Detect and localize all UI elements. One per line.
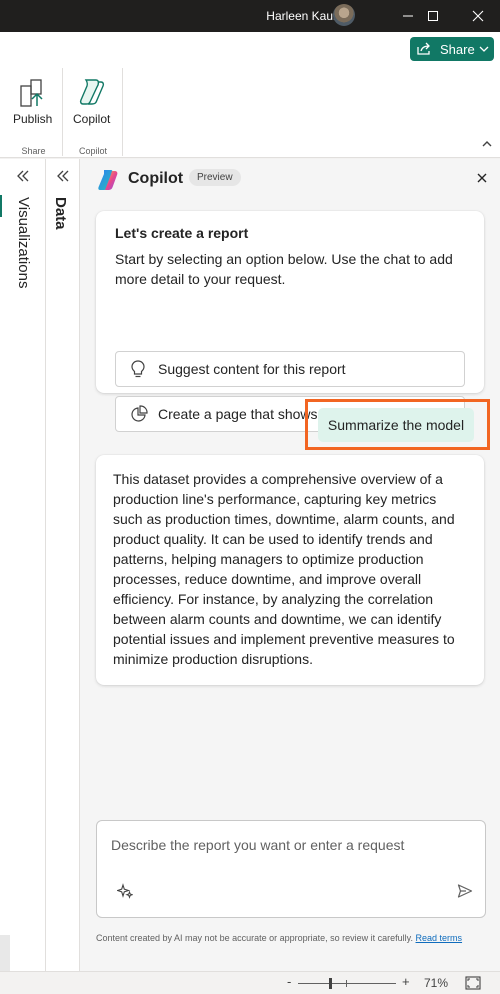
share-button[interactable]: Share [410,37,494,61]
user-message: Summarize the model [318,408,474,442]
create-page-label: Create a page that shows... [158,406,330,422]
fit-to-page-icon [465,976,481,990]
prompt-placeholder: Describe the report you want or enter a … [111,837,405,853]
suggest-content-label: Suggest content for this report [158,361,346,377]
double-chevron-left-icon [16,170,28,182]
chevron-down-icon [479,46,489,52]
copilot-pane: Copilot Preview Let's create a report St… [80,159,500,971]
intro-title: Let's create a report [115,225,249,241]
copilot-logo-icon [98,170,118,190]
lightbulb-icon [131,360,145,378]
send-icon [457,884,473,898]
suggest-content-button[interactable]: Suggest content for this report [115,351,465,387]
zoom-level[interactable]: 71% [424,976,448,990]
page-tab-strip [0,935,10,971]
close-icon [472,10,484,22]
share-icon [417,42,430,55]
publish-icon [20,79,43,107]
visualizations-pane: Visualizations [0,159,46,971]
maximize-icon [428,11,438,21]
publish-button[interactable]: Publish [13,72,52,126]
fit-to-page-button[interactable] [465,976,481,994]
avatar[interactable] [333,4,355,26]
copilot-title: Copilot [128,170,184,187]
copilot-group-label: Copilot [78,146,107,156]
zoom-out-button[interactable]: - [287,974,291,989]
close-icon [477,173,487,183]
data-pane: Data [46,159,80,971]
intro-card: Let's create a report Start by selecting… [96,211,484,432]
preview-badge: Preview [189,169,241,186]
ribbon-group-share: Publish Share [4,68,63,158]
copilot-response: This dataset provides a comprehensive ov… [96,455,484,685]
publish-label: Publish [13,112,53,126]
zoom-in-button[interactable]: + [402,974,410,989]
chevron-up-icon [482,141,492,147]
copilot-header: Copilot Preview [80,159,500,201]
zoom-slider[interactable] [298,983,396,984]
visualizations-selected-indicator [0,195,2,217]
send-button[interactable] [457,883,473,904]
ai-disclaimer: Content created by AI may not be accurat… [96,932,486,945]
zoom-slider-thumb[interactable] [329,978,332,989]
highlight-outline: Summarize the model [305,399,490,450]
expand-data-button[interactable] [56,169,70,188]
disclaimer-text: Content created by AI may not be accurat… [96,933,413,943]
copilot-prompt-input[interactable]: Describe the report you want or enter a … [96,820,486,918]
sparkle-icon [115,883,134,899]
zoom-default-tick [346,980,347,987]
collapse-ribbon-button[interactable] [482,135,492,153]
close-copilot-button[interactable] [476,171,488,189]
data-label[interactable]: Data [52,197,69,230]
double-chevron-left-icon [56,170,68,182]
status-bar: - + 71% [0,971,500,994]
expand-visualizations-button[interactable] [16,169,30,188]
read-terms-link[interactable]: Read terms [416,933,463,943]
copilot-ribbon-label: Copilot [73,112,111,126]
visualizations-label[interactable]: Visualizations [15,197,32,288]
share-group-label: Share [21,146,46,156]
ribbon: Share Publish Share Copilot Copilot [0,32,500,158]
copilot-icon [79,79,104,105]
copilot-ribbon-button[interactable]: Copilot [73,72,110,126]
share-label: Share [440,41,475,57]
title-bar: Harleen Kaur [0,0,500,32]
close-window-button[interactable] [455,0,500,32]
prompt-guide-button[interactable] [115,883,134,904]
user-name[interactable]: Harleen Kaur [266,9,337,23]
intro-text: Start by selecting an option below. Use … [115,251,453,287]
pie-chart-icon [131,405,148,422]
maximize-button[interactable] [410,0,456,32]
ribbon-group-copilot: Copilot Copilot [63,68,123,158]
